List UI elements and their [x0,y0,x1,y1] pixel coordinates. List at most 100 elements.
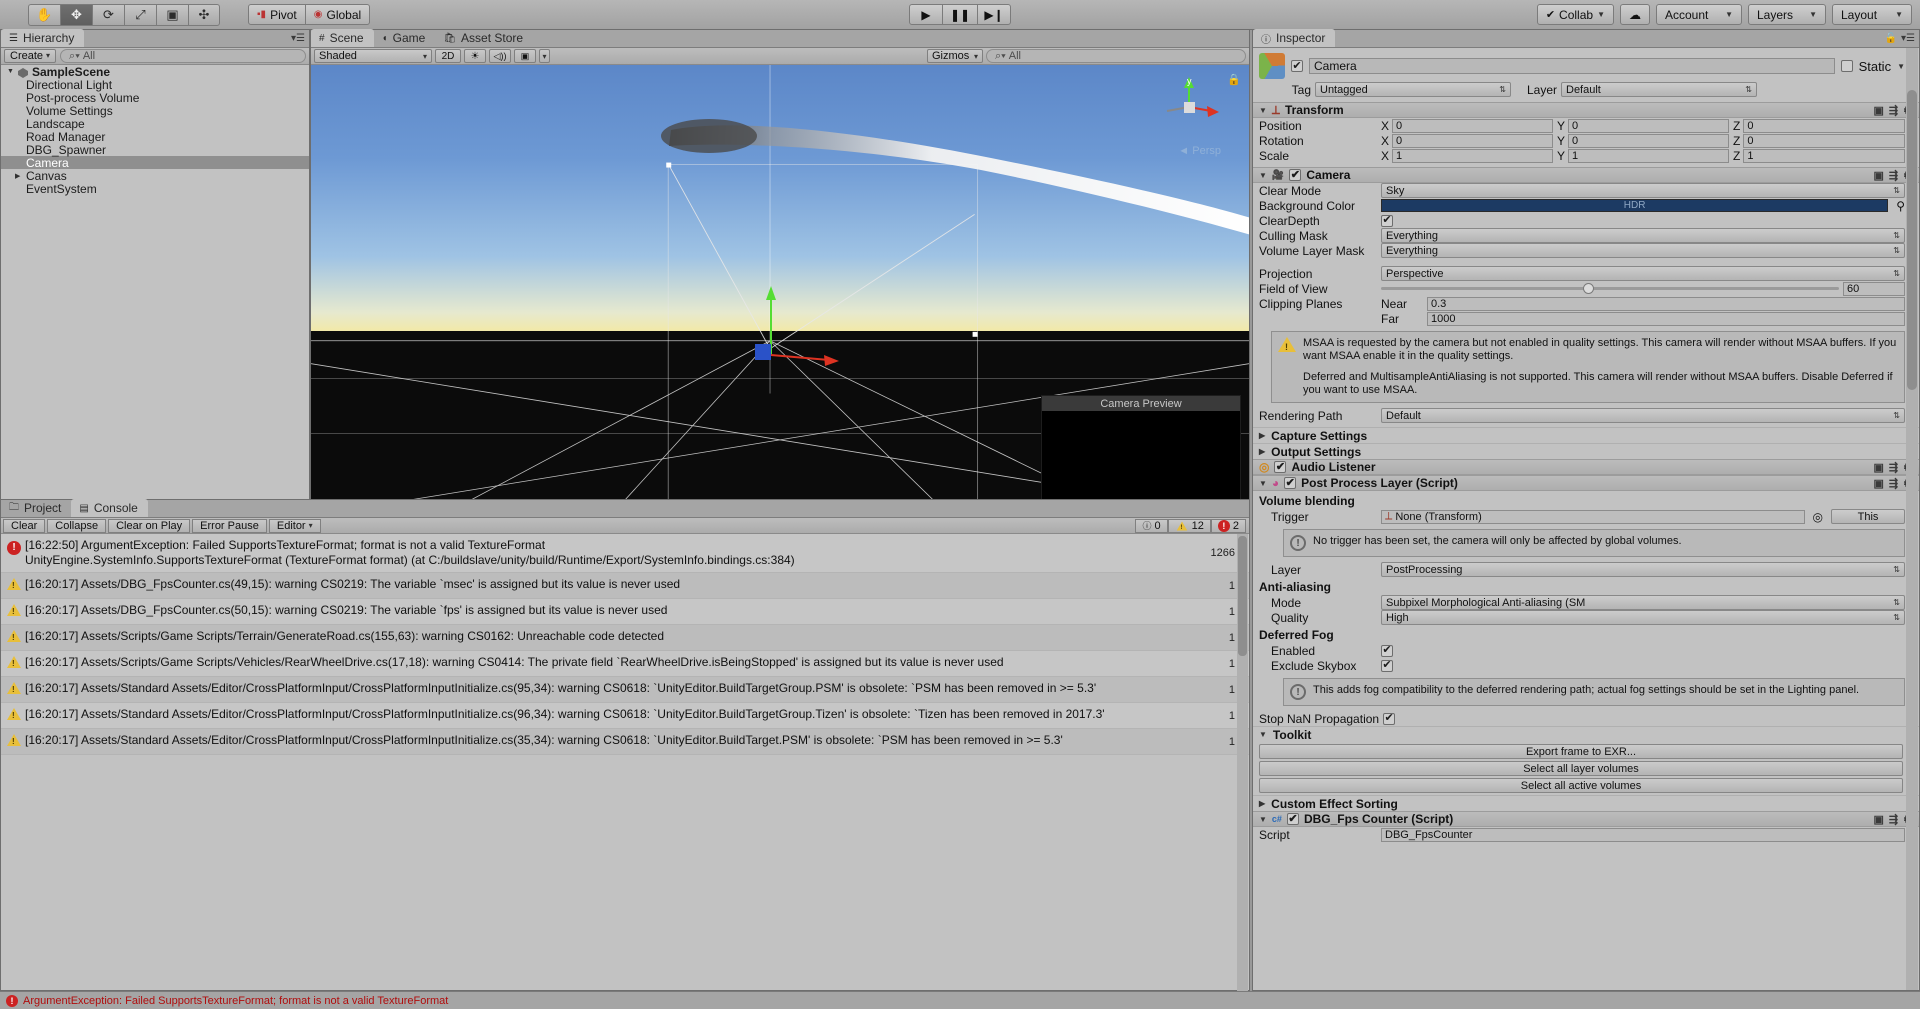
clear-mode-dropdown[interactable]: Sky ⇅ [1381,183,1905,198]
chevron-down-icon[interactable]: ▼ [1259,479,1267,488]
transform-tool-button[interactable]: ✣ [188,3,220,26]
gizmos-dropdown[interactable]: Gizmos ▾ [927,49,983,63]
background-color-swatch[interactable]: HDR [1381,199,1889,212]
console-row[interactable]: [16:20:17] Assets/Standard Assets/Editor… [1,677,1249,703]
chevron-down-icon[interactable]: ▼ [1259,815,1267,824]
component-header-camera[interactable]: ▼ 🎥 ✔ Camera ▣ ⇶ ⚙ [1253,167,1919,183]
scene-viewport[interactable]: y ◄ Persp 🔒 Camera Preview [311,65,1249,516]
object-enabled-checkbox[interactable]: ✔ [1291,60,1303,72]
pp-layer-dropdown[interactable]: PostProcessing ⇅ [1381,562,1905,577]
play-button[interactable]: ▶ [909,4,943,25]
component-header-dbg-fps-counter[interactable]: ▼ c# ✔ DBG_Fps Counter (Script) ▣ ⇶ ⚙ [1253,811,1919,827]
collapse-button[interactable]: Collapse [47,518,107,533]
toggle-2d-button[interactable]: 2D [435,49,461,63]
console-row[interactable]: [16:20:17] Assets/Scripts/Game Scripts/T… [1,625,1249,651]
far-field[interactable]: 1000 [1427,311,1905,326]
object-name-field[interactable]: Camera [1309,58,1835,74]
hand-tool-button[interactable]: ✋ [28,3,60,26]
hierarchy-item-eventsystem[interactable]: EventSystem [1,182,309,196]
chevron-down-icon[interactable]: ▼ [7,68,18,75]
eyedropper-icon[interactable]: ⚲ [1896,199,1905,213]
warning-count[interactable]: 12 [1167,518,1211,533]
layer-dropdown[interactable]: Default ⇅ [1561,82,1757,97]
transform-scale-y-field[interactable]: 1 [1568,148,1729,163]
pivot-button[interactable]: ▪▮ Pivot [248,4,306,25]
error-count[interactable]: ! 2 [1210,518,1246,533]
tag-dropdown[interactable]: Untagged ⇅ [1315,82,1511,97]
preset-icon[interactable]: ⇶ [1889,169,1898,182]
component-header-transform[interactable]: ▼ ⟂ Transform ▣ ⇶ ⚙ [1253,102,1919,118]
chevron-right-icon[interactable]: ▶ [15,172,26,180]
transform-rotation-x-field[interactable]: 0 [1392,133,1553,148]
hierarchy-item-volume-settings[interactable]: Volume Settings [1,104,309,118]
tab-hierarchy[interactable]: ☰ Hierarchy [1,29,85,47]
help-icon[interactable]: ▣ [1874,477,1884,490]
tab-scene[interactable]: # Scene [311,29,374,47]
transform-rotation-z-field[interactable]: 0 [1743,133,1905,148]
scene-lighting-toggle[interactable]: ☀ [464,49,486,63]
move-gizmo[interactable] [711,280,841,370]
near-field[interactable]: 0.3 [1427,296,1905,311]
projection-dropdown[interactable]: Perspective ⇅ [1381,266,1905,281]
tab-project[interactable]: 🗀 Project [1,499,71,517]
rendering-path-dropdown[interactable]: Default ⇅ [1381,408,1905,423]
transform-position-z-field[interactable]: 0 [1743,118,1905,133]
info-count[interactable]: ⓘ 0 [1135,518,1168,533]
object-picker-icon[interactable]: ◎ [1813,510,1823,524]
scene-fx-toggle[interactable]: ▣ [514,49,536,63]
pause-button[interactable]: ❚❚ [943,4,977,25]
help-icon[interactable]: ▣ [1874,813,1884,826]
hierarchy-item-camera[interactable]: Camera [1,156,309,170]
select-layer-volumes-button[interactable]: Select all layer volumes [1259,761,1903,776]
toolkit-foldout[interactable]: ▼ Toolkit [1253,726,1919,742]
exclude-skybox-checkbox[interactable]: ✔ [1381,659,1393,672]
clear-button[interactable]: Clear [3,518,46,533]
this-button[interactable]: This [1831,509,1905,524]
output-settings-foldout[interactable]: ▶ Output Settings [1253,443,1919,459]
transform-scale-z-field[interactable]: 1 [1743,148,1905,163]
scene-search-input[interactable]: ⌕▾ All [986,49,1246,63]
layout-button[interactable]: Layout ▼ [1832,4,1912,25]
console-row[interactable]: [16:20:17] Assets/DBG_FpsCounter.cs(50,1… [1,599,1249,625]
scene-fx-dropdown[interactable]: ▾ [539,49,550,63]
account-button[interactable]: Account ▼ [1656,4,1742,25]
clear-on-play-button[interactable]: Clear on Play [108,518,191,533]
tab-inspector[interactable]: ⓘ Inspector [1253,29,1336,47]
error-pause-button[interactable]: Error Pause [192,518,267,533]
inspector-lock-icon[interactable]: 🔓 [1885,33,1897,44]
chevron-down-icon[interactable]: ▼ [1259,171,1267,180]
console-scrollbar[interactable] [1237,534,1248,1008]
transform-position-y-field[interactable]: 0 [1568,118,1729,133]
scene-orientation-gizmo[interactable]: y [1157,75,1221,139]
status-bar[interactable]: ! ArgumentException: Failed SupportsText… [0,991,1920,1009]
hierarchy-item-landscape[interactable]: Landscape [1,117,309,131]
stop-nan-checkbox[interactable]: ✔ [1383,712,1396,725]
custom-effect-sorting-foldout[interactable]: ▶ Custom Effect Sorting [1253,795,1919,811]
hierarchy-item-post-process-volume[interactable]: Post-process Volume [1,91,309,105]
perspective-label-group[interactable]: ◄ Persp [1178,145,1221,157]
console-row[interactable]: [16:20:17] Assets/Standard Assets/Editor… [1,729,1249,755]
inspector-scrollbar[interactable] [1906,48,1918,990]
preset-icon[interactable]: ⇶ [1889,461,1898,474]
hierarchy-item-directional-light[interactable]: Directional Light [1,78,309,92]
hierarchy-search-input[interactable]: ⌕▾ All [60,49,306,63]
export-frame-button[interactable]: Export frame to EXR... [1259,744,1903,759]
hierarchy-item-canvas[interactable]: ▶ Canvas [1,169,309,183]
console-message-list[interactable]: ! [16:22:50] ArgumentException: Failed Su… [1,534,1249,1008]
transform-position-x-field[interactable]: 0 [1392,118,1553,133]
camera-enabled-checkbox[interactable]: ✔ [1289,169,1302,181]
static-checkbox[interactable] [1840,60,1853,72]
hierarchy-item-road-manager[interactable]: Road Manager [1,130,309,144]
move-tool-button[interactable]: ✥ [60,3,92,26]
console-row[interactable]: [16:20:17] Assets/DBG_FpsCounter.cs(49,1… [1,573,1249,599]
global-button[interactable]: ◉ Global [305,4,371,25]
culling-mask-dropdown[interactable]: Everything ⇅ [1381,228,1905,243]
volume-layer-mask-dropdown[interactable]: Everything ⇅ [1381,243,1905,258]
tab-console[interactable]: ▤ Console [71,499,148,517]
console-row[interactable]: ! [16:22:50] ArgumentException: Failed Su… [1,534,1249,573]
chevron-down-icon[interactable]: ▼ [1897,62,1905,71]
layers-button[interactable]: Layers ▼ [1748,4,1826,25]
post-process-enabled-checkbox[interactable]: ✔ [1284,477,1297,489]
preset-icon[interactable]: ⇶ [1889,813,1898,826]
help-icon[interactable]: ▣ [1874,104,1884,117]
